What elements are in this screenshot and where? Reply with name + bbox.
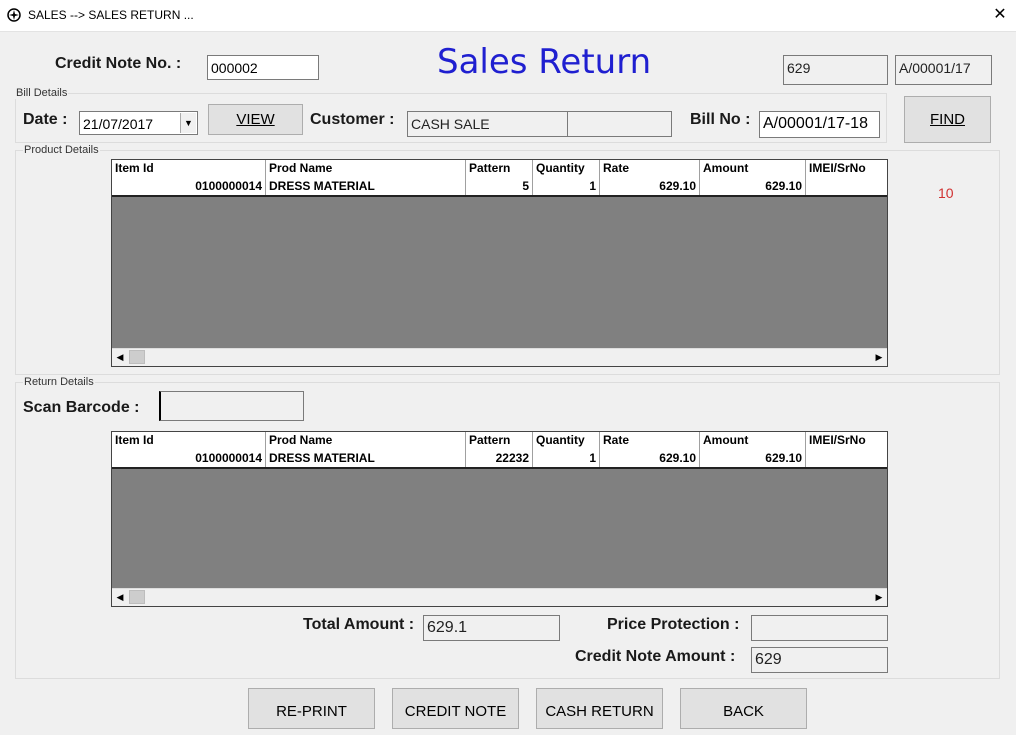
- bill-details-caption: Bill Details: [15, 87, 69, 99]
- credit-note-amount-label: Credit Note Amount :: [575, 648, 736, 665]
- table-row[interactable]: 0100000014 DRESS MATERIAL 5 1 629.10 629…: [112, 178, 887, 197]
- col-quantity[interactable]: Quantity: [533, 160, 600, 178]
- page-title: Sales Return: [437, 42, 652, 82]
- reprint-button[interactable]: RE-PRINT: [248, 688, 375, 729]
- col-imei[interactable]: IMEI/SrNo: [806, 160, 887, 178]
- col-quantity[interactable]: Quantity: [533, 432, 600, 450]
- return-details-caption: Return Details: [23, 376, 95, 388]
- cell-prod-name: DRESS MATERIAL: [266, 178, 466, 195]
- view-button[interactable]: VIEW: [208, 104, 303, 135]
- price-protection-label: Price Protection :: [607, 616, 740, 633]
- record-count: 10: [938, 185, 954, 201]
- product-hscrollbar[interactable]: ◀ ▶: [112, 348, 887, 366]
- return-hscrollbar[interactable]: ◀ ▶: [112, 588, 887, 606]
- return-grid[interactable]: Item Id Prod Name Pattern Quantity Rate …: [111, 431, 888, 607]
- date-value: 21/07/2017: [83, 116, 154, 132]
- scan-barcode-input[interactable]: [159, 391, 304, 421]
- info-box-1: 629: [783, 55, 888, 85]
- col-amount[interactable]: Amount: [700, 160, 806, 178]
- customer-extra-field[interactable]: [567, 111, 672, 137]
- col-prod-name[interactable]: Prod Name: [266, 432, 466, 450]
- product-grid-header: Item Id Prod Name Pattern Quantity Rate …: [112, 160, 887, 179]
- total-amount-label: Total Amount :: [303, 616, 415, 633]
- scroll-thumb[interactable]: [129, 350, 145, 364]
- window-title: SALES --> SALES RETURN ...: [28, 8, 194, 22]
- cell-amount: 629.10: [700, 178, 806, 195]
- product-grid[interactable]: Item Id Prod Name Pattern Quantity Rate …: [111, 159, 888, 367]
- cell-prod-name: DRESS MATERIAL: [266, 450, 466, 467]
- col-pattern[interactable]: Pattern: [466, 432, 533, 450]
- cell-amount: 629.10: [700, 450, 806, 467]
- find-button-label: FIND: [930, 111, 965, 128]
- scroll-left-icon[interactable]: ◀: [112, 349, 128, 365]
- col-item-id[interactable]: Item Id: [112, 160, 266, 178]
- product-details-caption: Product Details: [23, 144, 100, 156]
- cell-quantity: 1: [533, 178, 600, 195]
- col-rate[interactable]: Rate: [600, 160, 700, 178]
- customer-field[interactable]: CASH SALE: [407, 111, 569, 137]
- total-amount-field: 629.1: [423, 615, 560, 641]
- bill-no-field[interactable]: A/00001/17-18: [759, 111, 880, 138]
- info-box-2: A/00001/17: [895, 55, 992, 85]
- cell-quantity: 1: [533, 450, 600, 467]
- app-icon: [7, 8, 21, 22]
- view-button-label: VIEW: [236, 111, 275, 128]
- col-imei[interactable]: IMEI/SrNo: [806, 432, 887, 450]
- cell-rate: 629.10: [600, 450, 700, 467]
- date-picker[interactable]: 21/07/2017 ▼: [79, 111, 198, 135]
- credit-note-button[interactable]: CREDIT NOTE: [392, 688, 519, 729]
- credit-note-label: Credit Note No. :: [55, 55, 182, 72]
- col-item-id[interactable]: Item Id: [112, 432, 266, 450]
- cell-item-id: 0100000014: [112, 178, 266, 195]
- cell-pattern: 5: [466, 178, 533, 195]
- dropdown-arrow-icon[interactable]: ▼: [180, 113, 196, 133]
- col-amount[interactable]: Amount: [700, 432, 806, 450]
- find-button[interactable]: FIND: [904, 96, 991, 143]
- col-rate[interactable]: Rate: [600, 432, 700, 450]
- title-bar: SALES --> SALES RETURN ... ✕: [0, 0, 1016, 32]
- cell-rate: 629.10: [600, 178, 700, 195]
- cell-imei: [806, 178, 887, 195]
- back-button[interactable]: BACK: [680, 688, 807, 729]
- cell-item-id: 0100000014: [112, 450, 266, 467]
- scroll-left-icon[interactable]: ◀: [112, 589, 128, 605]
- customer-label: Customer :: [310, 111, 395, 128]
- scroll-thumb[interactable]: [129, 590, 145, 604]
- return-grid-header: Item Id Prod Name Pattern Quantity Rate …: [112, 432, 887, 451]
- credit-note-field[interactable]: 000002: [207, 55, 319, 80]
- bill-no-label: Bill No :: [690, 111, 751, 128]
- cell-imei: [806, 450, 887, 467]
- scan-barcode-label: Scan Barcode :: [23, 399, 140, 416]
- scroll-right-icon[interactable]: ▶: [871, 589, 887, 605]
- price-protection-field[interactable]: [751, 615, 888, 641]
- col-prod-name[interactable]: Prod Name: [266, 160, 466, 178]
- credit-note-amount-field: 629: [751, 647, 888, 673]
- col-pattern[interactable]: Pattern: [466, 160, 533, 178]
- scroll-right-icon[interactable]: ▶: [871, 349, 887, 365]
- close-icon[interactable]: ✕: [990, 4, 1010, 26]
- cash-return-button[interactable]: CASH RETURN: [536, 688, 663, 729]
- table-row[interactable]: 0100000014 DRESS MATERIAL 22232 1 629.10…: [112, 450, 887, 469]
- date-label: Date :: [23, 111, 68, 128]
- cell-pattern: 22232: [466, 450, 533, 467]
